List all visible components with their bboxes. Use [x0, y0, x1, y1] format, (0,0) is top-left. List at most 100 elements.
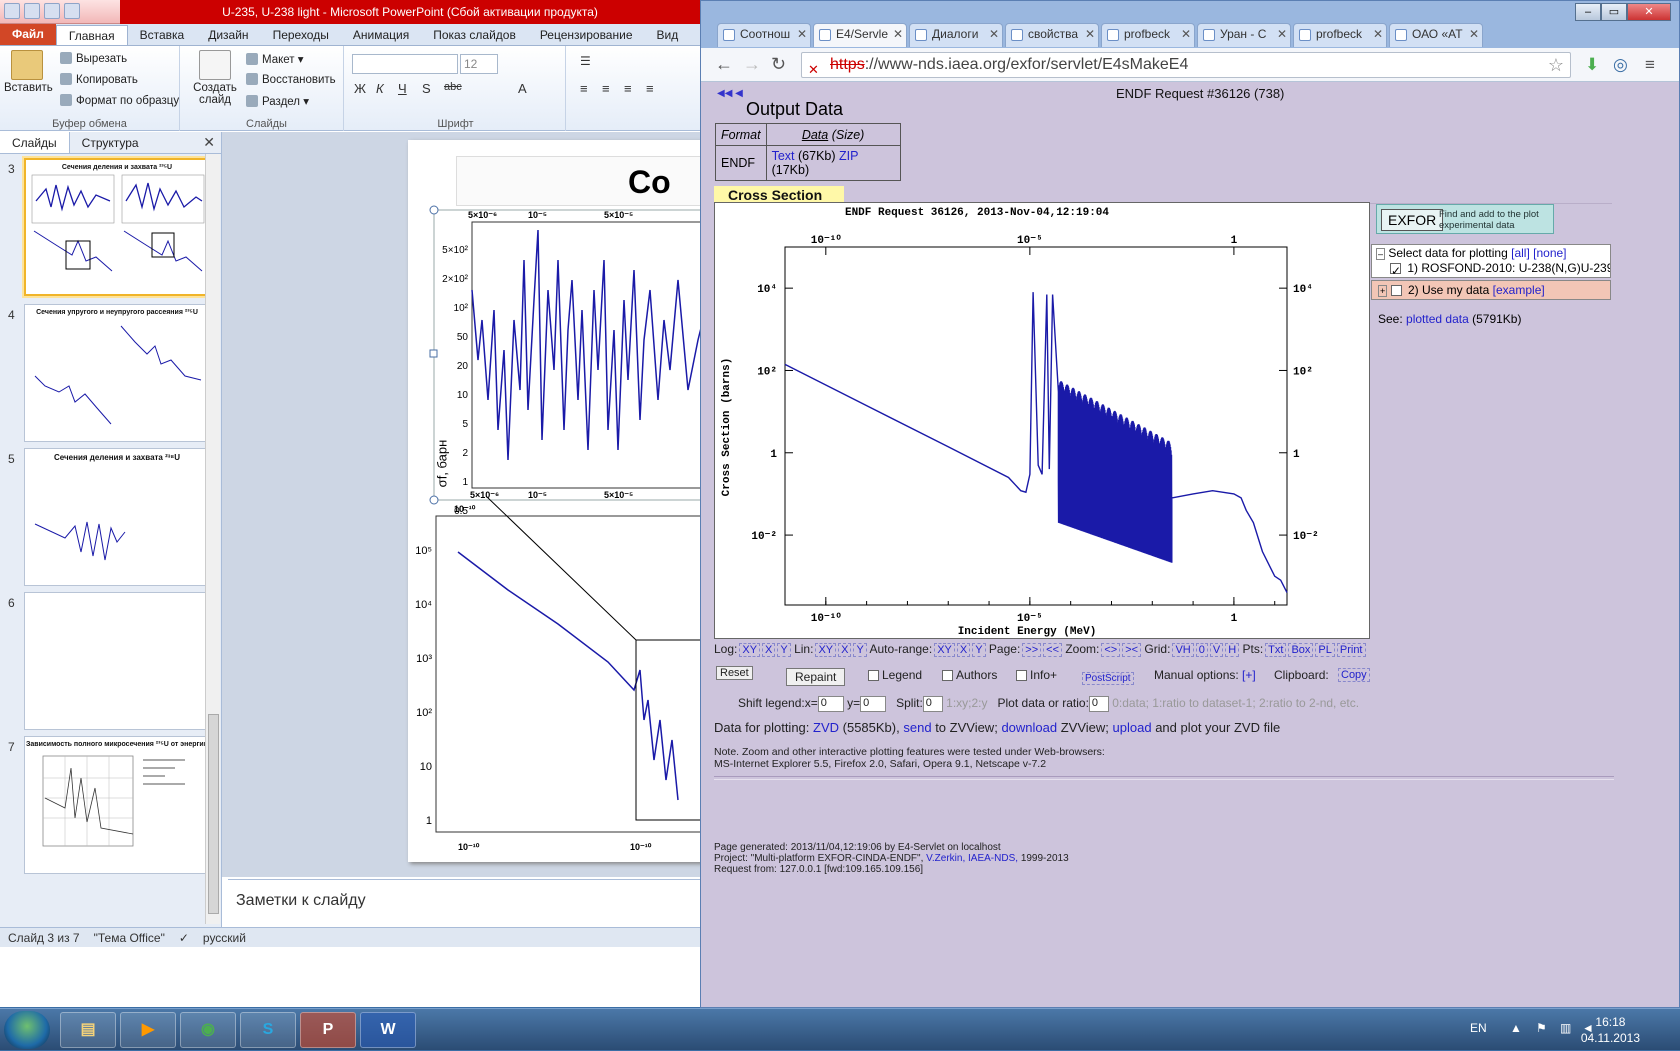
page-nav-arrows[interactable]: ◀◀ ◀ — [717, 88, 743, 99]
font-color-icon[interactable]: A — [518, 81, 527, 96]
close-window-button[interactable]: ✕ — [1627, 3, 1671, 21]
shift-y-input[interactable]: 0 — [860, 696, 887, 712]
undo-icon[interactable] — [44, 3, 60, 19]
use-my-data-checkbox[interactable] — [1390, 285, 1402, 297]
clock[interactable]: 16:18 04.11.2013 — [1581, 1014, 1640, 1046]
maximize-button[interactable]: ▭ — [1601, 3, 1627, 21]
slide-thumbnail[interactable]: Сечения деления и захвата ²³⁵U — [24, 158, 210, 296]
extension-icon[interactable]: ◎ — [1613, 55, 1628, 75]
browser-tab[interactable]: Уран - С ✕ — [1197, 23, 1291, 47]
format-painter-button[interactable]: Формат по образцу — [60, 94, 179, 107]
page-next-button[interactable]: >> — [1022, 643, 1042, 657]
dataset1-checkbox[interactable]: ✓ — [1390, 263, 1401, 277]
strikethrough-icon[interactable]: abc — [444, 81, 462, 93]
lin-y-button[interactable]: Y — [853, 643, 867, 657]
language-indicator[interactable]: русский — [203, 928, 246, 947]
forward-icon[interactable]: → — [743, 54, 761, 75]
tab-slideshow[interactable]: Показ слайдов — [421, 25, 528, 45]
copy-button[interactable]: Копировать — [60, 73, 138, 86]
lin-x-button[interactable]: X — [838, 643, 852, 657]
save-icon[interactable] — [24, 3, 40, 19]
tab-insert[interactable]: Вставка — [128, 25, 197, 45]
log-x-button[interactable]: X — [762, 643, 776, 657]
box-button[interactable]: Box — [1288, 643, 1314, 657]
align-left-icon[interactable]: ≡ — [580, 81, 588, 96]
tab-home[interactable]: Главная — [55, 25, 128, 45]
paste-button[interactable]: Вставить — [4, 46, 53, 94]
ratio-input[interactable]: 0 — [1088, 696, 1109, 712]
show-hidden-icons[interactable]: ▲ — [1510, 1021, 1522, 1035]
author-link[interactable]: V.Zerkin, IAEA-NDS, — [926, 853, 1018, 864]
close-icon[interactable]: ✕ — [893, 27, 903, 41]
font-name-field[interactable] — [352, 54, 458, 74]
select-none-link[interactable]: [none] — [1533, 246, 1566, 260]
zoom-in-button[interactable]: <> — [1101, 643, 1121, 657]
explorer-taskbar-icon[interactable]: ▤ — [60, 1012, 116, 1048]
underline-icon[interactable]: Ч — [398, 81, 407, 96]
align-right-icon[interactable]: ≡ — [624, 81, 632, 96]
grid-h-button[interactable]: H — [1225, 643, 1240, 657]
media-player-taskbar-icon[interactable]: ▶ — [120, 1012, 176, 1048]
slides-scrollbar[interactable] — [205, 154, 220, 924]
new-slide-button[interactable]: Создать слайд — [192, 46, 238, 106]
shift-x-input[interactable]: 0 — [817, 696, 844, 712]
scrollbar-thumb[interactable] — [208, 714, 219, 914]
layout-button[interactable]: Макет ▾ — [246, 52, 304, 66]
reload-icon[interactable]: ↻ — [771, 54, 786, 75]
start-button[interactable] — [4, 1011, 50, 1049]
browser-tab-active[interactable]: E4/Servle ✕ — [813, 23, 907, 47]
network-icon[interactable]: ▥ — [1560, 1021, 1571, 1035]
theme-name[interactable]: "Тема Office" — [94, 928, 165, 947]
browser-tab[interactable]: Диалоги ✕ — [909, 23, 1003, 47]
word-taskbar-icon[interactable]: W — [360, 1012, 416, 1048]
close-icon[interactable]: ✕ — [797, 27, 807, 41]
log-xy-button[interactable]: XY — [739, 643, 761, 657]
pl-button[interactable]: PL — [1315, 643, 1335, 657]
select-all-link[interactable]: [all] — [1511, 246, 1530, 260]
grid-v-button[interactable]: V — [1209, 643, 1224, 657]
authors-checkbox[interactable] — [942, 670, 953, 682]
tab-review[interactable]: Рецензирование — [528, 25, 645, 45]
upload-link[interactable]: upload — [1113, 720, 1152, 735]
tab-animation[interactable]: Анимация — [341, 25, 421, 45]
slide-notes[interactable]: Заметки к слайду — [228, 879, 760, 927]
slide-thumbnail[interactable]: Зависимость полного микросечения ²³⁵U от… — [24, 736, 210, 874]
back-icon[interactable]: ← — [715, 54, 733, 75]
close-icon[interactable]: ✕ — [1277, 27, 1287, 41]
example-link[interactable]: [example] — [1493, 283, 1545, 297]
close-icon[interactable]: ✕ — [989, 27, 999, 41]
slide-thumbnail[interactable] — [24, 592, 210, 730]
close-icon[interactable]: ✕ — [1181, 27, 1191, 41]
grid-0-button[interactable]: 0 — [1195, 643, 1208, 657]
repaint-button[interactable]: Repaint — [786, 668, 846, 686]
postscript-button[interactable]: PostScript — [1082, 672, 1134, 685]
close-icon[interactable]: ✕ — [1469, 27, 1479, 41]
zoom-out-button[interactable]: >< — [1122, 643, 1142, 657]
close-icon[interactable]: ✕ — [203, 134, 215, 151]
section-button[interactable]: Раздел ▾ — [246, 94, 309, 108]
powerpoint-taskbar-icon[interactable]: P — [300, 1012, 356, 1048]
shadow-icon[interactable]: S — [422, 81, 431, 96]
tab-file[interactable]: Файл — [0, 23, 56, 45]
address-bar[interactable]: ✕ https://www-nds.iaea.org/exfor/servlet… — [801, 52, 1571, 78]
download-link[interactable]: download — [1001, 720, 1057, 735]
print-button[interactable]: Print — [1336, 643, 1366, 657]
tab-transitions[interactable]: Переходы — [261, 25, 341, 45]
zip-link[interactable]: ZIP — [839, 149, 858, 163]
bold-icon[interactable]: Ж — [354, 81, 366, 96]
font-size-field[interactable]: 12 — [460, 54, 498, 74]
slide-thumbnail[interactable]: Сечения деления и захвата ²³⁸U — [24, 448, 210, 586]
bookmark-star-icon[interactable]: ☆ — [1548, 53, 1564, 77]
manual-options-link[interactable]: [+] — [1242, 668, 1256, 682]
copy-button[interactable]: Copy — [1338, 668, 1370, 682]
split-input[interactable]: 0 — [922, 696, 943, 712]
exfor-button[interactable]: EXFOR — [1381, 209, 1444, 231]
log-y-button[interactable]: Y — [777, 643, 791, 657]
justify-icon[interactable]: ≡ — [646, 81, 654, 96]
collapse-icon[interactable]: – — [1376, 248, 1386, 260]
insecure-lock-icon[interactable]: ✕ — [808, 58, 819, 82]
cut-button[interactable]: Вырезать — [60, 52, 127, 65]
minimize-button[interactable]: – — [1575, 3, 1601, 21]
zvd-link[interactable]: ZVD — [813, 720, 839, 735]
close-icon[interactable]: ✕ — [1373, 27, 1383, 41]
